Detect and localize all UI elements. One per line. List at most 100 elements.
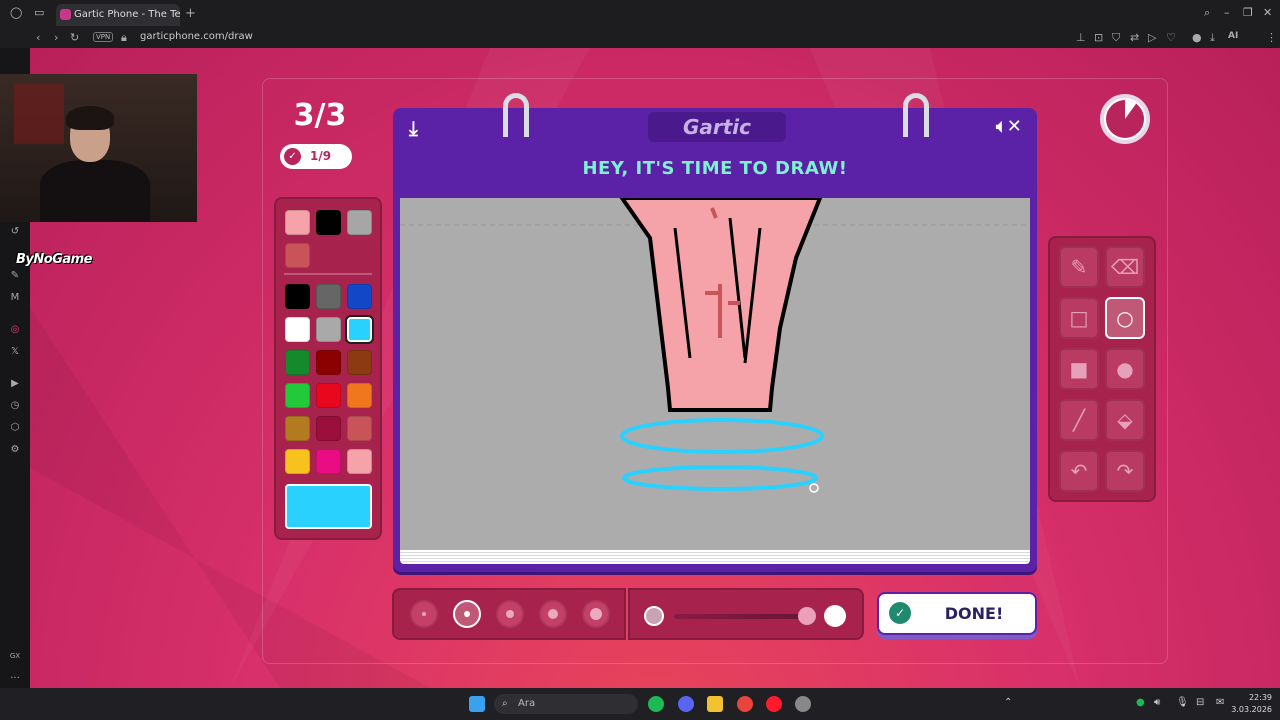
color-swatch[interactable] — [316, 210, 341, 235]
minimize-button[interactable]: – — [1224, 6, 1230, 19]
color-swatch[interactable] — [316, 383, 341, 408]
ellipse-outline-tool-button[interactable]: ○ — [1105, 297, 1145, 339]
shield-icon[interactable]: ⛉ — [1112, 31, 1120, 45]
ellipse-filled-tool-button[interactable]: ● — [1105, 348, 1145, 390]
x-icon[interactable]: 𝕏 — [9, 346, 21, 358]
close-window-button[interactable]: ✕ — [1263, 6, 1272, 19]
round-timer — [1100, 94, 1150, 144]
done-check-icon: ✓ — [889, 602, 911, 624]
volume-icon[interactable]: 🔊︎ — [1154, 697, 1160, 708]
more-options-icon[interactable]: ... — [9, 670, 21, 682]
workspaces-icon[interactable]: ▭ — [34, 6, 44, 19]
rectangle-filled-tool-button[interactable]: ■ — [1059, 348, 1099, 390]
tray-overflow-icon[interactable]: ⌃ — [1004, 697, 1012, 708]
color-swatch[interactable] — [285, 416, 310, 441]
color-swatch[interactable] — [347, 317, 372, 342]
mute-sound-icon[interactable]: 🔈︎✕ — [996, 116, 1022, 137]
fill-bucket-tool-button[interactable]: ⬙ — [1105, 399, 1145, 441]
brush-size-option[interactable] — [582, 600, 610, 628]
back-button[interactable]: ‹ — [36, 31, 40, 44]
line-tool-button[interactable]: ╱ — [1059, 399, 1099, 441]
tray-spotify-icon[interactable]: ● — [1136, 697, 1145, 708]
microphone-icon[interactable]: 🎙︎ — [1176, 697, 1189, 708]
color-swatch[interactable] — [316, 449, 341, 474]
search-tabs-icon[interactable]: ⌕ — [1204, 6, 1210, 20]
opacity-slider-track[interactable] — [674, 614, 802, 619]
opera-menu-icon[interactable]: ◯ — [10, 6, 22, 19]
color-swatch[interactable] — [316, 350, 341, 375]
color-swatch[interactable] — [347, 416, 372, 441]
done-button[interactable]: ✓ DONE! — [877, 592, 1037, 635]
color-swatch[interactable] — [285, 449, 310, 474]
color-swatch[interactable] — [347, 383, 372, 408]
play-icon[interactable]: ▷ — [1148, 31, 1156, 44]
color-swatch[interactable] — [316, 416, 341, 441]
settings-icon[interactable]: ⚙ — [9, 444, 21, 456]
vpn-badge[interactable]: VPN — [93, 32, 114, 42]
player-icon[interactable]: ▶ — [9, 378, 21, 390]
browser-tab[interactable]: Gartic Phone - The Teleph — [56, 4, 180, 26]
brush-size-option[interactable] — [410, 600, 438, 628]
color-swatch[interactable] — [347, 350, 372, 375]
menu-icon[interactable]: ⋮ — [1266, 31, 1277, 44]
pin-icon[interactable]: ⊥ — [1076, 31, 1086, 44]
drawing-canvas[interactable] — [400, 198, 1030, 550]
snapshot-icon[interactable]: ⊡ — [1094, 31, 1103, 44]
windows-taskbar — [0, 688, 1280, 720]
opera-gx-icon[interactable] — [766, 696, 782, 712]
color-swatch[interactable] — [316, 317, 341, 342]
account-icon[interactable]: ● — [1192, 31, 1202, 44]
color-swatch[interactable] — [285, 284, 310, 309]
taskbar-search-icon: ⌕ — [502, 698, 508, 709]
pencil-tool-button[interactable]: ✎ — [1059, 246, 1099, 288]
color-swatch[interactable] — [316, 284, 341, 309]
brush-size-option[interactable] — [453, 600, 481, 628]
clock-date: 3.03.2026 — [1231, 705, 1272, 714]
ai-button[interactable]: AI — [1228, 31, 1238, 41]
color-swatch[interactable] — [347, 449, 372, 474]
brush-size-option[interactable] — [539, 600, 567, 628]
color-swatch[interactable] — [285, 317, 310, 342]
round-counter: 3/3 — [293, 98, 347, 133]
heart-icon[interactable]: ♡ — [1166, 31, 1176, 44]
color-swatch[interactable] — [347, 210, 372, 235]
restore-button[interactable]: ❐ — [1243, 6, 1253, 19]
color-swatch[interactable] — [285, 383, 310, 408]
rectangle-outline-tool-button[interactable]: □ — [1059, 297, 1099, 339]
discord-icon[interactable] — [678, 696, 694, 712]
clock-icon[interactable]: ◷ — [9, 400, 21, 412]
color-swatch[interactable] — [285, 210, 310, 235]
app-icon[interactable] — [795, 696, 811, 712]
download-icon[interactable]: ⤓ — [1210, 31, 1215, 45]
network-icon[interactable]: ⊟ — [1196, 697, 1204, 708]
color-swatch[interactable] — [285, 243, 310, 268]
browser-tabbar: ◯ ▭ Gartic Phone - The Teleph + ⌕ – ❐ ✕ — [0, 0, 1280, 28]
extensions-icon[interactable]: ⬡ — [9, 422, 21, 434]
reload-button[interactable]: ↻ — [70, 31, 79, 44]
eraser-tool-button[interactable]: ⌫ — [1105, 246, 1145, 288]
color-swatch[interactable] — [285, 350, 310, 375]
history-icon[interactable]: ↺ — [9, 226, 21, 238]
color-swatch[interactable] — [347, 284, 372, 309]
messenger-icon[interactable]: M — [9, 292, 21, 304]
spotify-icon[interactable] — [648, 696, 664, 712]
start-icon[interactable] — [469, 696, 485, 712]
brush-size-option[interactable] — [496, 600, 524, 628]
file-explorer-icon[interactable] — [707, 696, 723, 712]
new-tab-button[interactable]: + — [185, 6, 196, 21]
taskbar-clock[interactable]: 22:39 3.03.2026 — [1231, 692, 1272, 716]
translate-icon[interactable]: ⇄ — [1130, 31, 1139, 44]
forward-button[interactable]: › — [54, 31, 58, 44]
notifications-icon[interactable]: ✉ — [1216, 697, 1224, 708]
download-drawing-icon[interactable]: ⤓ — [409, 116, 418, 140]
redo-tool-button[interactable]: ↷ — [1105, 450, 1145, 492]
instagram-icon[interactable]: ◎ — [9, 324, 21, 336]
gx-label[interactable]: GX — [9, 650, 21, 662]
undo-tool-button[interactable]: ↶ — [1059, 450, 1099, 492]
chrome-icon[interactable] — [737, 696, 753, 712]
palette-divider — [284, 273, 372, 275]
opacity-slider-handle[interactable] — [798, 607, 816, 625]
taskbar-search[interactable]: ⌕ Ara — [494, 694, 638, 714]
notes-icon[interactable]: ✎ — [9, 270, 21, 282]
url-field[interactable]: garticphone.com/draw — [140, 31, 253, 42]
